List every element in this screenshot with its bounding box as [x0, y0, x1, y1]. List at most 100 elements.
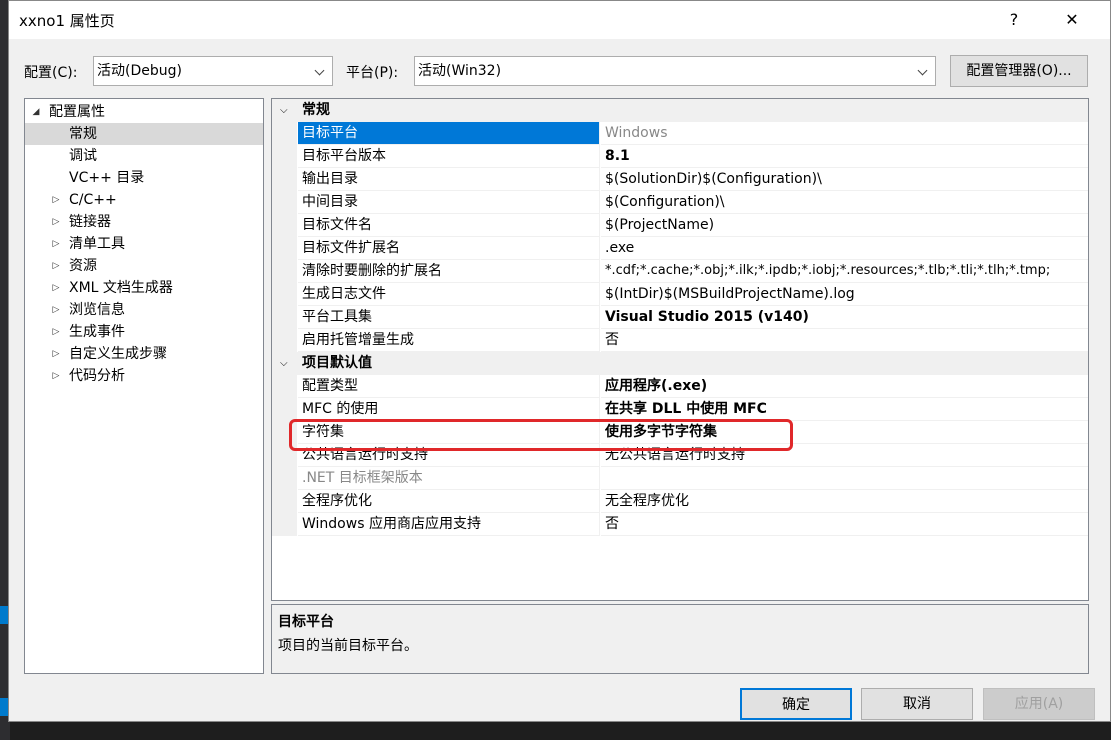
- property-value[interactable]: Visual Studio 2015 (v140): [601, 306, 1088, 329]
- tree-item-label: 代码分析: [69, 368, 125, 384]
- collapsed-triangle-icon[interactable]: ▷: [51, 211, 61, 233]
- tree-item-resources[interactable]: ▷ 资源: [25, 255, 263, 277]
- configuration-label: 配置(C):: [24, 65, 78, 81]
- property-row[interactable]: 输出目录 $(SolutionDir)$(Configuration)\: [272, 168, 1088, 191]
- background-accent: [0, 698, 8, 716]
- collapsed-triangle-icon[interactable]: ▷: [51, 233, 61, 255]
- tree-root[interactable]: ◢ 配置属性: [25, 101, 263, 123]
- property-value[interactable]: 应用程序(.exe): [601, 375, 1088, 398]
- property-name: 清除时要删除的扩展名: [298, 260, 600, 283]
- property-row[interactable]: 清除时要删除的扩展名 *.cdf;*.cache;*.obj;*.ilk;*.i…: [272, 260, 1088, 283]
- tree-item-manifest-tool[interactable]: ▷ 清单工具: [25, 233, 263, 255]
- close-button[interactable]: ✕: [1057, 7, 1087, 33]
- property-name: 目标文件扩展名: [298, 237, 600, 260]
- tree-root-label: 配置属性: [49, 104, 105, 120]
- property-value[interactable]: .exe: [601, 237, 1088, 260]
- tree-item-vc-directories[interactable]: VC++ 目录: [25, 167, 263, 189]
- property-name: 生成日志文件: [298, 283, 600, 306]
- tree-expander: [51, 123, 61, 145]
- category-project-defaults[interactable]: ⌵ 项目默认值: [272, 352, 1088, 375]
- collapsed-triangle-icon[interactable]: ▷: [51, 277, 61, 299]
- property-name: Windows 应用商店应用支持: [298, 513, 600, 536]
- chevron-down-icon: [314, 57, 328, 85]
- property-row[interactable]: 平台工具集 Visual Studio 2015 (v140): [272, 306, 1088, 329]
- property-row[interactable]: 启用托管增量生成 否: [272, 329, 1088, 352]
- property-row[interactable]: 目标平台版本 8.1: [272, 145, 1088, 168]
- tree-item-general[interactable]: 常规: [25, 123, 263, 145]
- property-name: 配置类型: [298, 375, 600, 398]
- platform-label: 平台(P):: [346, 65, 399, 81]
- tree-item-label: 自定义生成步骤: [69, 346, 167, 362]
- property-row[interactable]: MFC 的使用 在共享 DLL 中使用 MFC: [272, 398, 1088, 421]
- tree-item-label: 清单工具: [69, 236, 125, 252]
- annotation-highlight-box: [289, 419, 793, 451]
- help-button[interactable]: ?: [999, 7, 1029, 33]
- property-row[interactable]: 目标平台 Windows: [272, 122, 1088, 145]
- platform-dropdown[interactable]: 活动(Win32): [414, 56, 936, 86]
- title-bar: xxno1 属性页 ? ✕: [9, 1, 1110, 39]
- property-name: 输出目录: [298, 168, 600, 191]
- tree-item-label: 链接器: [69, 214, 111, 230]
- property-row[interactable]: 生成日志文件 $(IntDir)$(MSBuildProjectName).lo…: [272, 283, 1088, 306]
- property-value[interactable]: $(SolutionDir)$(Configuration)\: [601, 168, 1088, 191]
- category-label: 常规: [302, 102, 330, 118]
- property-value[interactable]: *.cdf;*.cache;*.obj;*.ilk;*.ipdb;*.iobj;…: [601, 260, 1088, 283]
- property-row[interactable]: 目标文件名 $(ProjectName): [272, 214, 1088, 237]
- property-value[interactable]: 8.1: [601, 145, 1088, 168]
- tree-item-c-cpp[interactable]: ▷ C/C++: [25, 189, 263, 211]
- tree-expander: [51, 145, 61, 167]
- platform-value: 活动(Win32): [418, 63, 502, 79]
- property-value[interactable]: Windows: [601, 122, 1088, 145]
- collapsed-triangle-icon[interactable]: ▷: [51, 299, 61, 321]
- expanded-triangle-icon[interactable]: ◢: [31, 101, 41, 123]
- property-value[interactable]: $(ProjectName): [601, 214, 1088, 237]
- property-name: 目标平台版本: [298, 145, 600, 168]
- category-general[interactable]: ⌵ 常规: [272, 99, 1088, 122]
- property-value[interactable]: 无全程序优化: [601, 490, 1088, 513]
- tree-item-debugging[interactable]: 调试: [25, 145, 263, 167]
- chevron-down-icon: [917, 57, 931, 85]
- tree-item-build-events[interactable]: ▷ 生成事件: [25, 321, 263, 343]
- property-row[interactable]: 配置类型 应用程序(.exe): [272, 375, 1088, 398]
- tree-item-browse-info[interactable]: ▷ 浏览信息: [25, 299, 263, 321]
- tree-expander: [51, 167, 61, 189]
- tree-item-custom-build[interactable]: ▷ 自定义生成步骤: [25, 343, 263, 365]
- tree-item-xml-doc[interactable]: ▷ XML 文档生成器: [25, 277, 263, 299]
- property-name: .NET 目标框架版本: [298, 467, 600, 490]
- tree-item-label: 常规: [69, 126, 97, 142]
- property-tree: ◢ 配置属性 常规 调试 VC++ 目录 ▷ C/C++ ▷ 链接器 ▷ 清单工…: [24, 98, 264, 674]
- collapse-chevron-icon[interactable]: ⌵: [280, 99, 290, 122]
- configuration-dropdown[interactable]: 活动(Debug): [93, 56, 333, 86]
- property-row[interactable]: .NET 目标框架版本: [272, 467, 1088, 490]
- property-value: [601, 467, 1088, 490]
- tree-item-linker[interactable]: ▷ 链接器: [25, 211, 263, 233]
- cancel-button[interactable]: 取消: [861, 688, 973, 720]
- property-value[interactable]: 否: [601, 329, 1088, 352]
- property-row[interactable]: 目标文件扩展名 .exe: [272, 237, 1088, 260]
- collapsed-triangle-icon[interactable]: ▷: [51, 255, 61, 277]
- property-value[interactable]: $(IntDir)$(MSBuildProjectName).log: [601, 283, 1088, 306]
- configuration-value: 活动(Debug): [97, 63, 182, 79]
- property-value[interactable]: $(Configuration)\: [601, 191, 1088, 214]
- tree-item-label: 调试: [69, 148, 97, 164]
- property-row[interactable]: 全程序优化 无全程序优化: [272, 490, 1088, 513]
- collapse-chevron-icon[interactable]: ⌵: [280, 352, 290, 375]
- property-value[interactable]: 否: [601, 513, 1088, 536]
- property-name: 目标文件名: [298, 214, 600, 237]
- ok-button[interactable]: 确定: [740, 688, 852, 720]
- tree-item-label: C/C++: [69, 192, 117, 208]
- collapsed-triangle-icon[interactable]: ▷: [51, 189, 61, 211]
- apply-button[interactable]: 应用(A): [983, 688, 1095, 720]
- configuration-manager-button[interactable]: 配置管理器(O)...: [950, 55, 1088, 87]
- tree-item-label: 资源: [69, 258, 97, 274]
- property-row[interactable]: Windows 应用商店应用支持 否: [272, 513, 1088, 536]
- category-label: 项目默认值: [302, 355, 372, 371]
- collapsed-triangle-icon[interactable]: ▷: [51, 321, 61, 343]
- property-value[interactable]: 在共享 DLL 中使用 MFC: [601, 398, 1088, 421]
- tree-item-code-analysis[interactable]: ▷ 代码分析: [25, 365, 263, 387]
- collapsed-triangle-icon[interactable]: ▷: [51, 365, 61, 387]
- property-row[interactable]: 中间目录 $(Configuration)\: [272, 191, 1088, 214]
- property-name: 启用托管增量生成: [298, 329, 600, 352]
- collapsed-triangle-icon[interactable]: ▷: [51, 343, 61, 365]
- description-title: 目标平台: [278, 614, 334, 630]
